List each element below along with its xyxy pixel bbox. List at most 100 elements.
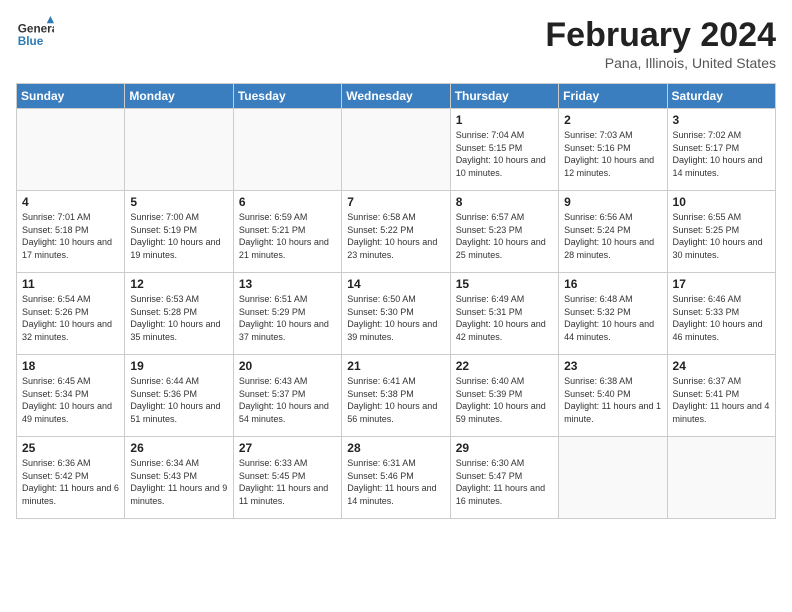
calendar-cell: 29 Sunrise: 6:30 AMSunset: 5:47 PMDayligh… xyxy=(450,437,558,519)
weekday-header-sunday: Sunday xyxy=(17,84,125,109)
calendar-cell: 26 Sunrise: 6:34 AMSunset: 5:43 PMDayligh… xyxy=(125,437,233,519)
cell-content: Sunrise: 6:37 AMSunset: 5:41 PMDaylight:… xyxy=(673,375,770,425)
calendar-cell: 15 Sunrise: 6:49 AMSunset: 5:31 PMDayligh… xyxy=(450,273,558,355)
day-number: 18 xyxy=(22,359,119,373)
cell-content: Sunrise: 7:01 AMSunset: 5:18 PMDaylight:… xyxy=(22,211,119,261)
day-number: 5 xyxy=(130,195,227,209)
month-title: February 2024 xyxy=(545,16,776,55)
day-number: 20 xyxy=(239,359,336,373)
calendar-cell: 25 Sunrise: 6:36 AMSunset: 5:42 PMDayligh… xyxy=(17,437,125,519)
cell-content: Sunrise: 6:59 AMSunset: 5:21 PMDaylight:… xyxy=(239,211,336,261)
calendar-cell: 21 Sunrise: 6:41 AMSunset: 5:38 PMDayligh… xyxy=(342,355,450,437)
title-block: February 2024 Pana, Illinois, United Sta… xyxy=(545,16,776,71)
calendar-cell xyxy=(559,437,667,519)
cell-content: Sunrise: 6:54 AMSunset: 5:26 PMDaylight:… xyxy=(22,293,119,343)
day-number: 29 xyxy=(456,441,553,455)
day-number: 26 xyxy=(130,441,227,455)
day-number: 2 xyxy=(564,113,661,127)
svg-text:Blue: Blue xyxy=(18,35,44,48)
cell-content: Sunrise: 7:00 AMSunset: 5:19 PMDaylight:… xyxy=(130,211,227,261)
calendar-cell: 12Sunrise: 6:53 AMSunset: 5:28 PMDayligh… xyxy=(125,273,233,355)
cell-content: Sunrise: 6:48 AMSunset: 5:32 PMDaylight:… xyxy=(564,293,661,343)
location-title: Pana, Illinois, United States xyxy=(545,55,776,71)
logo: General Blue xyxy=(16,16,54,54)
day-number: 21 xyxy=(347,359,444,373)
day-number: 14 xyxy=(347,277,444,291)
cell-content: Sunrise: 6:31 AMSunset: 5:46 PMDaylight:… xyxy=(347,457,444,507)
calendar-cell xyxy=(233,109,341,191)
day-number: 8 xyxy=(456,195,553,209)
calendar-week-row: 1 Sunrise: 7:04 AMSunset: 5:15 PMDaylight… xyxy=(17,109,776,191)
calendar-cell: 10Sunrise: 6:55 AMSunset: 5:25 PMDayligh… xyxy=(667,191,775,273)
calendar-cell: 27 Sunrise: 6:33 AMSunset: 5:45 PMDayligh… xyxy=(233,437,341,519)
calendar-cell: 17Sunrise: 6:46 AMSunset: 5:33 PMDayligh… xyxy=(667,273,775,355)
calendar-header-row: SundayMondayTuesdayWednesdayThursdayFrid… xyxy=(17,84,776,109)
calendar-cell xyxy=(667,437,775,519)
day-number: 9 xyxy=(564,195,661,209)
logo-icon: General Blue xyxy=(16,16,54,54)
calendar-week-row: 25 Sunrise: 6:36 AMSunset: 5:42 PMDayligh… xyxy=(17,437,776,519)
day-number: 25 xyxy=(22,441,119,455)
svg-text:General: General xyxy=(18,22,54,35)
cell-content: Sunrise: 6:41 AMSunset: 5:38 PMDaylight:… xyxy=(347,375,444,425)
day-number: 6 xyxy=(239,195,336,209)
calendar-cell: 7 Sunrise: 6:58 AMSunset: 5:22 PMDaylight… xyxy=(342,191,450,273)
cell-content: Sunrise: 6:30 AMSunset: 5:47 PMDaylight:… xyxy=(456,457,553,507)
day-number: 13 xyxy=(239,277,336,291)
day-number: 17 xyxy=(673,277,770,291)
calendar-cell: 8Sunrise: 6:57 AMSunset: 5:23 PMDaylight… xyxy=(450,191,558,273)
day-number: 3 xyxy=(673,113,770,127)
day-number: 16 xyxy=(564,277,661,291)
cell-content: Sunrise: 6:34 AMSunset: 5:43 PMDaylight:… xyxy=(130,457,227,507)
calendar-cell: 5 Sunrise: 7:00 AMSunset: 5:19 PMDaylight… xyxy=(125,191,233,273)
cell-content: Sunrise: 7:03 AMSunset: 5:16 PMDaylight:… xyxy=(564,129,661,179)
day-number: 23 xyxy=(564,359,661,373)
calendar-cell: 18 Sunrise: 6:45 AMSunset: 5:34 PMDayligh… xyxy=(17,355,125,437)
calendar-cell: 11 Sunrise: 6:54 AMSunset: 5:26 PMDayligh… xyxy=(17,273,125,355)
calendar-cell: 3 Sunrise: 7:02 AMSunset: 5:17 PMDaylight… xyxy=(667,109,775,191)
calendar-cell: 4Sunrise: 7:01 AMSunset: 5:18 PMDaylight… xyxy=(17,191,125,273)
calendar-cell: 19 Sunrise: 6:44 AMSunset: 5:36 PMDayligh… xyxy=(125,355,233,437)
day-number: 19 xyxy=(130,359,227,373)
day-number: 24 xyxy=(673,359,770,373)
calendar-cell: 1 Sunrise: 7:04 AMSunset: 5:15 PMDaylight… xyxy=(450,109,558,191)
cell-content: Sunrise: 6:49 AMSunset: 5:31 PMDaylight:… xyxy=(456,293,553,343)
cell-content: Sunrise: 6:56 AMSunset: 5:24 PMDaylight:… xyxy=(564,211,661,261)
cell-content: Sunrise: 6:44 AMSunset: 5:36 PMDaylight:… xyxy=(130,375,227,425)
calendar-cell: 16 Sunrise: 6:48 AMSunset: 5:32 PMDayligh… xyxy=(559,273,667,355)
day-number: 1 xyxy=(456,113,553,127)
calendar-cell: 23 Sunrise: 6:38 AMSunset: 5:40 PMDayligh… xyxy=(559,355,667,437)
calendar-cell xyxy=(125,109,233,191)
calendar-week-row: 11 Sunrise: 6:54 AMSunset: 5:26 PMDayligh… xyxy=(17,273,776,355)
calendar-cell: 6 Sunrise: 6:59 AMSunset: 5:21 PMDaylight… xyxy=(233,191,341,273)
day-number: 28 xyxy=(347,441,444,455)
day-number: 12 xyxy=(130,277,227,291)
cell-content: Sunrise: 7:04 AMSunset: 5:15 PMDaylight:… xyxy=(456,129,553,179)
calendar-cell: 22 Sunrise: 6:40 AMSunset: 5:39 PMDayligh… xyxy=(450,355,558,437)
calendar-cell: 2 Sunrise: 7:03 AMSunset: 5:16 PMDaylight… xyxy=(559,109,667,191)
calendar-cell: 28 Sunrise: 6:31 AMSunset: 5:46 PMDayligh… xyxy=(342,437,450,519)
calendar-cell xyxy=(342,109,450,191)
cell-content: Sunrise: 6:58 AMSunset: 5:22 PMDaylight:… xyxy=(347,211,444,261)
day-number: 27 xyxy=(239,441,336,455)
weekday-header-monday: Monday xyxy=(125,84,233,109)
cell-content: Sunrise: 6:45 AMSunset: 5:34 PMDaylight:… xyxy=(22,375,119,425)
cell-content: Sunrise: 6:38 AMSunset: 5:40 PMDaylight:… xyxy=(564,375,661,425)
cell-content: Sunrise: 6:43 AMSunset: 5:37 PMDaylight:… xyxy=(239,375,336,425)
calendar-cell: 9 Sunrise: 6:56 AMSunset: 5:24 PMDaylight… xyxy=(559,191,667,273)
day-number: 10 xyxy=(673,195,770,209)
cell-content: Sunrise: 6:33 AMSunset: 5:45 PMDaylight:… xyxy=(239,457,336,507)
day-number: 11 xyxy=(22,277,119,291)
day-number: 22 xyxy=(456,359,553,373)
cell-content: Sunrise: 6:36 AMSunset: 5:42 PMDaylight:… xyxy=(22,457,119,507)
calendar-week-row: 18 Sunrise: 6:45 AMSunset: 5:34 PMDayligh… xyxy=(17,355,776,437)
calendar-cell: 13Sunrise: 6:51 AMSunset: 5:29 PMDayligh… xyxy=(233,273,341,355)
cell-content: Sunrise: 6:40 AMSunset: 5:39 PMDaylight:… xyxy=(456,375,553,425)
day-number: 15 xyxy=(456,277,553,291)
page-header: General Blue February 2024 Pana, Illinoi… xyxy=(16,16,776,71)
day-number: 7 xyxy=(347,195,444,209)
weekday-header-saturday: Saturday xyxy=(667,84,775,109)
weekday-header-tuesday: Tuesday xyxy=(233,84,341,109)
cell-content: Sunrise: 7:02 AMSunset: 5:17 PMDaylight:… xyxy=(673,129,770,179)
calendar-table: SundayMondayTuesdayWednesdayThursdayFrid… xyxy=(16,83,776,519)
